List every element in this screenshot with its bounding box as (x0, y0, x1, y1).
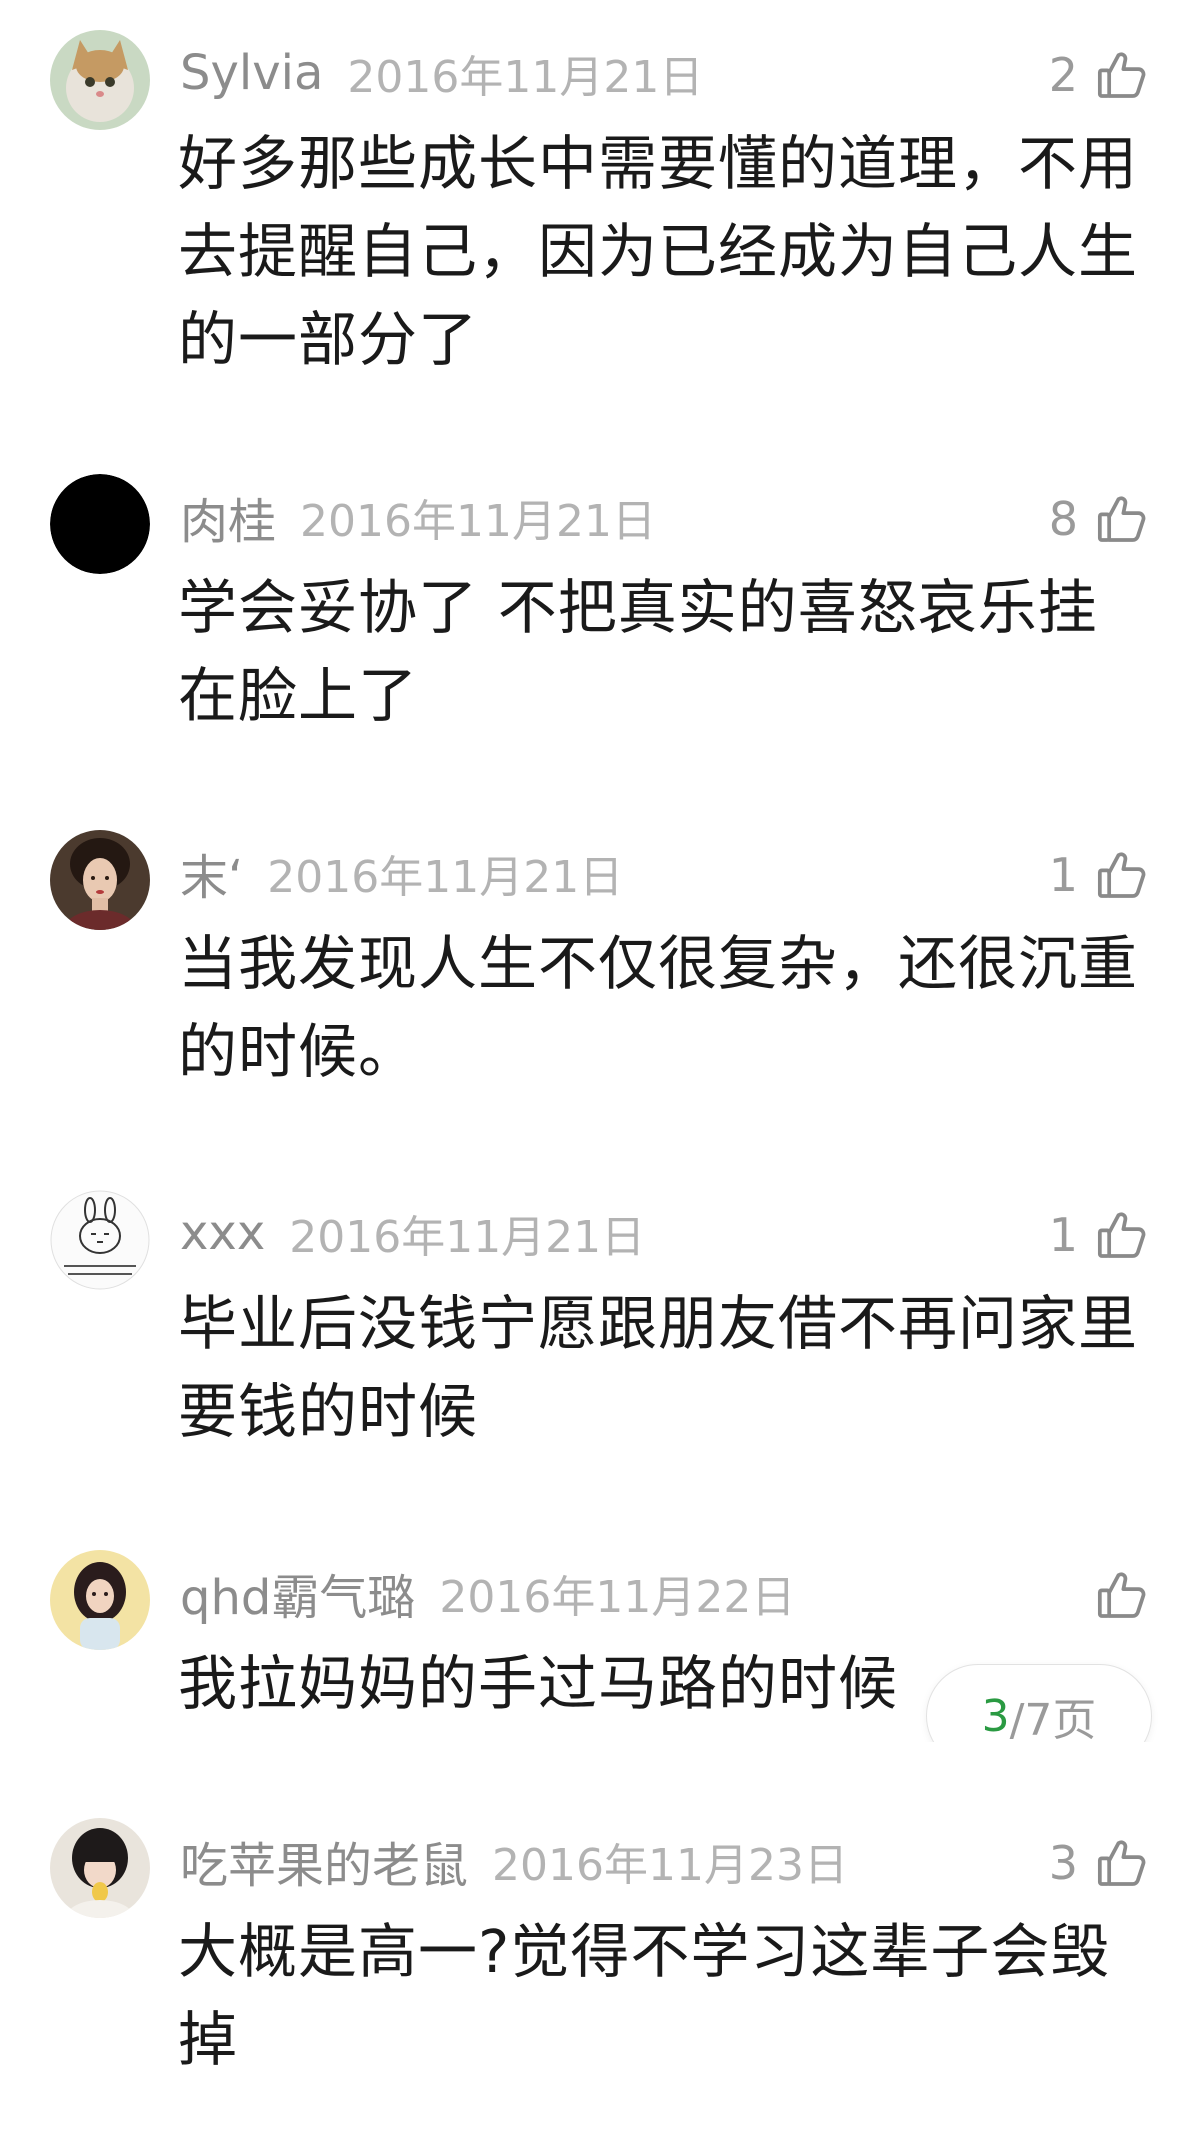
thumbs-up-icon (1094, 1207, 1150, 1263)
avatar[interactable] (50, 1818, 150, 1918)
current-page: 3 (981, 1690, 1010, 1742)
comment-date: 2016年11月21日 (300, 496, 656, 547)
thumbs-up-icon (1094, 1835, 1150, 1891)
comment-text: 学会妥协了 不把真实的喜怒哀乐挂在脸上了 (178, 573, 1098, 730)
thumbs-up-icon (1094, 1567, 1150, 1623)
username[interactable]: xxx (180, 1205, 265, 1261)
like-count: 2 (1048, 48, 1078, 102)
comment-date: 2016年11月22日 (439, 1572, 796, 1623)
comment-date: 2016年11月23日 (492, 1840, 848, 1891)
username[interactable]: qhd霸气璐 (180, 1558, 415, 1628)
username[interactable]: 末‘ (180, 838, 243, 908)
like-button[interactable]: 8 (1049, 484, 1150, 554)
like-button[interactable]: 1 (1049, 1200, 1150, 1270)
like-button[interactable]: 1 (1049, 840, 1150, 910)
page-total: /7页 (1009, 1695, 1097, 1746)
username[interactable]: 吃苹果的老鼠 (180, 1826, 468, 1896)
like-count: 1 (1048, 848, 1078, 902)
comment-text: 大概是高一?觉得不学习这辈子会毁掉 (178, 1917, 1111, 2074)
comment-date: 2016年11月21日 (267, 852, 624, 903)
username[interactable]: 肉桂 (180, 482, 276, 552)
avatar[interactable] (50, 474, 150, 574)
comment-date: 2016年11月21日 (289, 1212, 646, 1263)
thumbs-up-icon (1094, 491, 1150, 547)
comment-date: 2016年11月21日 (347, 52, 704, 103)
like-button[interactable]: 3 (1049, 1828, 1150, 1898)
comment-text: 当我发现人生不仅很复杂，还很沉重的时候。 (178, 929, 1139, 1086)
avatar[interactable] (50, 830, 150, 930)
page-indicator-clip (900, 1742, 1180, 1782)
avatar[interactable] (50, 30, 150, 130)
like-button[interactable]: 2 (1049, 40, 1150, 110)
like-count: 1 (1048, 1208, 1078, 1262)
avatar[interactable] (50, 1550, 150, 1650)
comment-list: Sylvia 2016年11月21日 2 好多那些成长中需要懂的道理，不用去提醒… (0, 0, 1200, 2156)
comment-text: 好多那些成长中需要懂的道理，不用去提醒自己，因为已经成为自己人生的一部分了 (178, 129, 1139, 374)
thumbs-up-icon (1094, 47, 1150, 103)
username[interactable]: Sylvia (180, 45, 323, 101)
thumbs-up-icon (1094, 847, 1150, 903)
like-count: 3 (1048, 1836, 1078, 1890)
like-button[interactable] (1078, 1560, 1150, 1630)
comment-text: 毕业后没钱宁愿跟朋友借不再问家里要钱的时候 (178, 1289, 1139, 1446)
like-count: 8 (1048, 492, 1078, 546)
avatar[interactable] (50, 1190, 150, 1290)
